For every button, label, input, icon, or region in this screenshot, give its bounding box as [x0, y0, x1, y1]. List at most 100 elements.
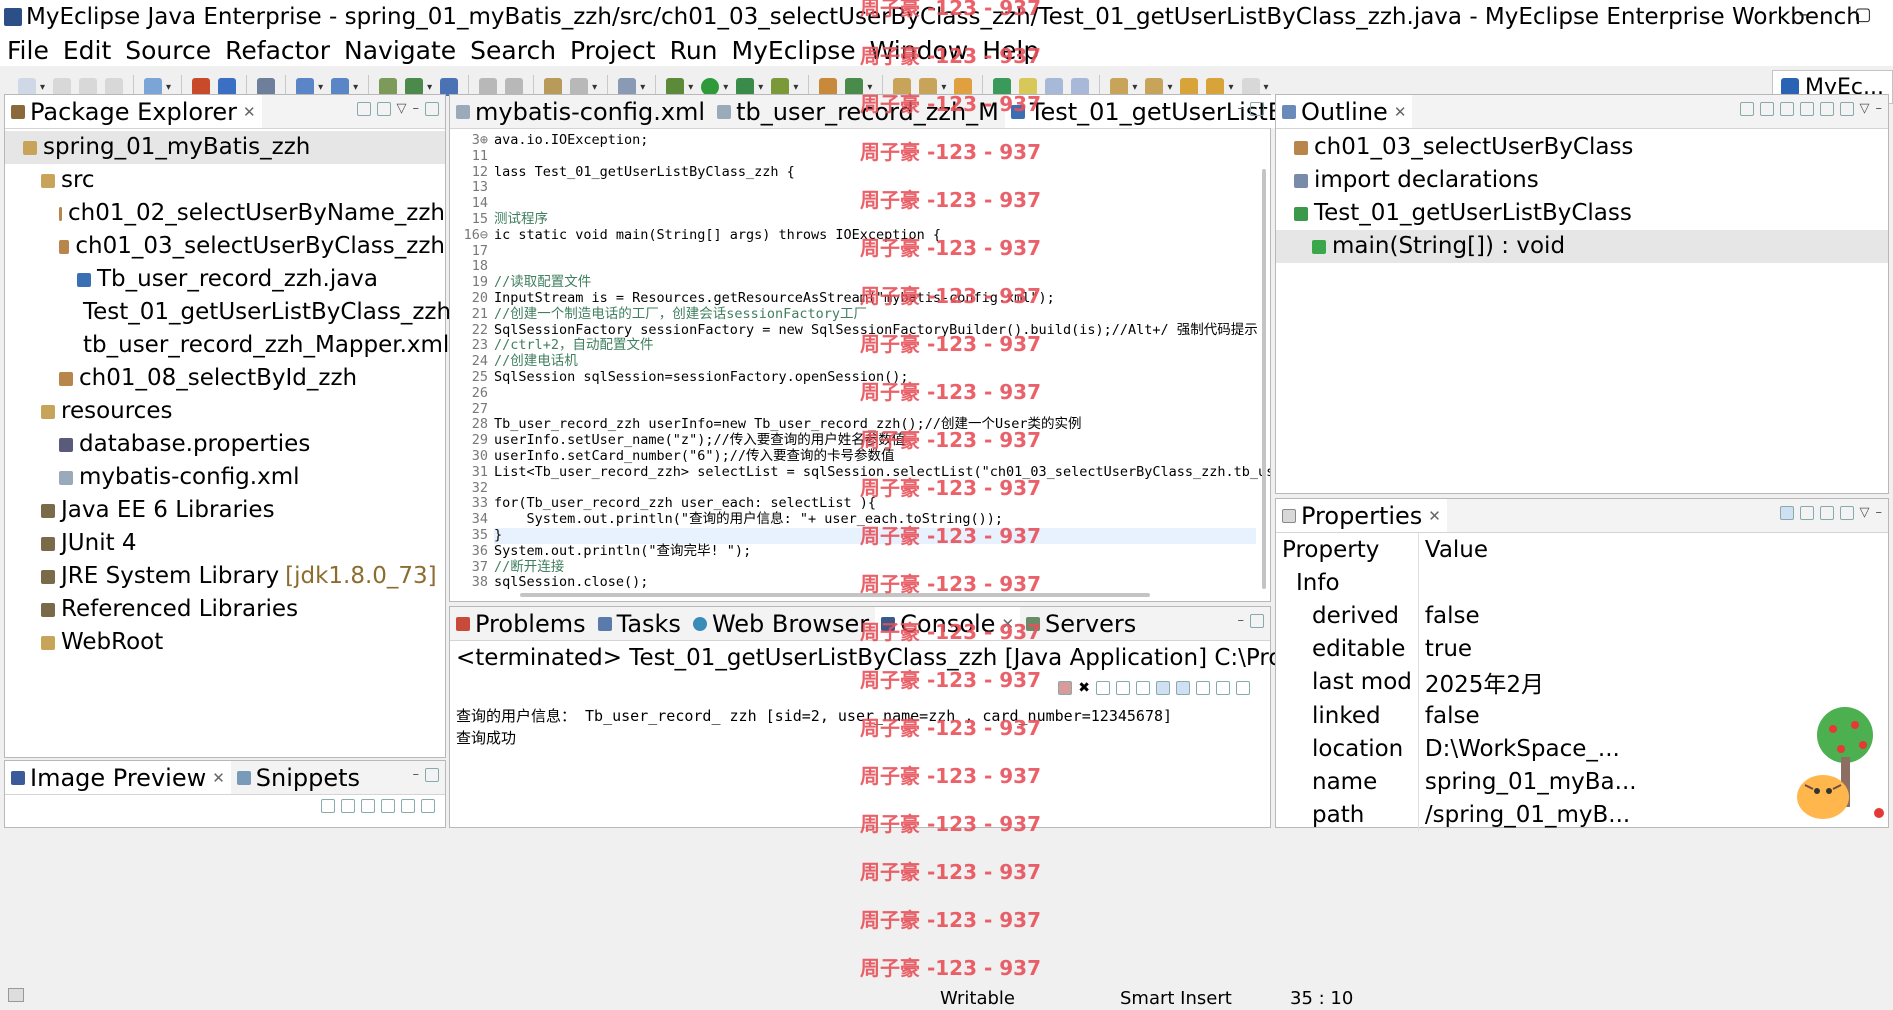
maximize-view-icon[interactable] — [1250, 101, 1264, 116]
outline-tree-item[interactable]: main(String[]) : void — [1276, 230, 1888, 263]
view-menu-icon[interactable]: ▽ — [1860, 505, 1870, 520]
close-icon[interactable]: ✕ — [212, 769, 225, 787]
package-tree-item[interactable]: Test_01_getUserListByClass_zzh.java — [5, 296, 507, 329]
restore-default-icon[interactable] — [1819, 505, 1834, 520]
run-dropdown-icon[interactable]: ▾ — [723, 82, 728, 93]
display-console-icon[interactable] — [1216, 681, 1230, 695]
open-type-dropdown-icon[interactable]: ▾ — [166, 82, 171, 93]
new-dropdown-icon[interactable]: ▾ — [40, 82, 45, 93]
clear-console-icon[interactable] — [1116, 681, 1130, 695]
monitor-dropdown-icon[interactable]: ▾ — [640, 82, 645, 93]
zoom-in-icon[interactable] — [381, 799, 395, 813]
hide-fields-icon[interactable] — [1779, 101, 1794, 116]
show-on-output-icon[interactable] — [1156, 681, 1170, 695]
back-dropdown-icon[interactable]: ▾ — [1228, 82, 1233, 93]
remove-all-icon[interactable] — [1096, 681, 1110, 695]
outline-tree-item[interactable]: Test_01_getUserListByClass — [1276, 197, 1888, 230]
open-console-icon[interactable] — [1236, 681, 1250, 695]
package-tree-item[interactable]: spring_01_myBatis_zzh — [5, 131, 445, 164]
show-advanced-icon[interactable] — [1799, 505, 1814, 520]
package-tree-item[interactable]: mybatis-config.xml — [5, 461, 445, 494]
show-categories-icon[interactable] — [1779, 505, 1794, 520]
tab-package-explorer[interactable]: Package Explorer ✕ — [5, 95, 262, 128]
menu-source[interactable]: Source — [118, 36, 218, 65]
forward-dropdown-icon[interactable]: ▾ — [1264, 82, 1269, 93]
package-tree-item[interactable]: resources — [5, 395, 445, 428]
external-tools-dropdown-icon[interactable]: ▾ — [793, 82, 798, 93]
actual-size-icon[interactable] — [401, 799, 415, 813]
outline-tree-item[interactable]: ch01_03_selectUserByClass — [1276, 131, 1888, 164]
pin-icon[interactable] — [1839, 505, 1854, 520]
horizontal-scrollbar[interactable] — [520, 593, 1150, 597]
pin-console-icon[interactable] — [1196, 681, 1210, 695]
sort-icon[interactable] — [1759, 101, 1774, 116]
tab-problems[interactable]: Problems — [450, 607, 592, 640]
close-icon[interactable]: ✕ — [1394, 103, 1407, 121]
minimize-view-icon[interactable]: – — [1876, 505, 1883, 520]
coverage-dropdown-icon[interactable]: ▾ — [758, 82, 763, 93]
minimize-button[interactable]: – — [1773, 0, 1833, 34]
minimize-view-icon[interactable]: – — [413, 101, 420, 116]
minimize-view-icon[interactable]: – — [1238, 613, 1245, 628]
hide-nonpublic-icon[interactable] — [1819, 101, 1834, 116]
tab-web-browser[interactable]: Web Browser — [687, 607, 875, 640]
package-tree-item[interactable]: JRE System Library [jdk1.8.0_73] — [5, 560, 445, 593]
hide-local-types-icon[interactable] — [1839, 101, 1854, 116]
package-tree-item[interactable]: ch01_03_selectUserByClass_zzh — [5, 230, 445, 263]
maximize-view-icon[interactable] — [425, 767, 439, 782]
zoom-icon[interactable] — [341, 799, 355, 813]
maximize-view-icon[interactable] — [1250, 613, 1264, 628]
fit-window-icon[interactable] — [421, 799, 435, 813]
column-header-property[interactable]: Property — [1276, 533, 1419, 566]
tab-image-preview[interactable]: Image Preview ✕ — [5, 761, 231, 794]
tab-mybatis-config[interactable]: mybatis-config.xml — [450, 95, 711, 128]
debug-dropdown-icon[interactable]: ▾ — [688, 82, 693, 93]
collapse-all-icon[interactable] — [1739, 101, 1754, 116]
previous-edit-dropdown-icon[interactable]: ▾ — [1167, 82, 1172, 93]
package-tree-item[interactable]: Referenced Libraries — [5, 593, 445, 626]
scroll-lock-icon[interactable] — [1136, 681, 1150, 695]
property-group-row[interactable]: Info — [1276, 566, 1888, 599]
wizard2-dropdown-icon[interactable]: ▾ — [353, 82, 358, 93]
close-icon[interactable]: ✕ — [243, 103, 256, 121]
tab-properties[interactable]: Properties ✕ — [1276, 499, 1447, 532]
close-icon[interactable]: ✕ — [1428, 507, 1441, 525]
hide-static-icon[interactable] — [1799, 101, 1814, 116]
link-with-editor-icon[interactable] — [376, 101, 391, 116]
menu-run[interactable]: Run — [663, 36, 725, 65]
open-file-dropdown-icon[interactable]: ▾ — [427, 82, 432, 93]
zoom-out-icon[interactable] — [361, 799, 375, 813]
package-tree-item[interactable]: database.properties — [5, 428, 445, 461]
package-tree-item[interactable]: ch01_02_selectUserByName_zzh — [5, 197, 445, 230]
maximize-button[interactable]: ▢ — [1833, 0, 1893, 34]
collapse-all-icon[interactable] — [356, 101, 371, 116]
vertical-scrollbar[interactable] — [1262, 169, 1266, 589]
outline-tree-item[interactable]: import declarations — [1276, 164, 1888, 197]
menu-search[interactable]: Search — [463, 36, 563, 65]
package-tree-item[interactable]: src — [5, 164, 445, 197]
view-menu-icon[interactable]: ▽ — [397, 101, 407, 116]
terminate-icon[interactable] — [1058, 681, 1073, 695]
menu-project[interactable]: Project — [563, 36, 663, 65]
show-on-error-icon[interactable] — [1176, 681, 1190, 695]
maximize-view-icon[interactable] — [425, 101, 439, 116]
tab-outline[interactable]: Outline ✕ — [1276, 95, 1413, 128]
wizard-dropdown-icon[interactable]: ▾ — [318, 82, 323, 93]
menu-refactor[interactable]: Refactor — [218, 36, 337, 65]
property-row[interactable]: derived false — [1276, 599, 1888, 632]
menu-myeclipse[interactable]: MyEclipse — [725, 36, 863, 65]
next-edit-dropdown-icon[interactable]: ▾ — [1132, 82, 1137, 93]
menu-file[interactable]: File — [0, 36, 56, 65]
package-tree-item[interactable]: Java EE 6 Libraries — [5, 494, 445, 527]
minimize-view-icon[interactable]: – — [1238, 101, 1245, 116]
tab-tasks[interactable]: Tasks — [592, 607, 687, 640]
package-tree-item[interactable]: Tb_user_record_zzh.java — [5, 263, 445, 296]
column-header-value[interactable]: Value — [1418, 533, 1888, 566]
tab-snippets[interactable]: Snippets — [231, 761, 366, 794]
menu-navigate[interactable]: Navigate — [337, 36, 463, 65]
refresh-dropdown-icon[interactable]: ▾ — [592, 82, 597, 93]
package-tree-item[interactable]: JUnit 4 — [5, 527, 445, 560]
menu-edit[interactable]: Edit — [56, 36, 118, 65]
property-row[interactable]: editable true — [1276, 632, 1888, 665]
minimize-view-icon[interactable]: – — [413, 767, 420, 782]
